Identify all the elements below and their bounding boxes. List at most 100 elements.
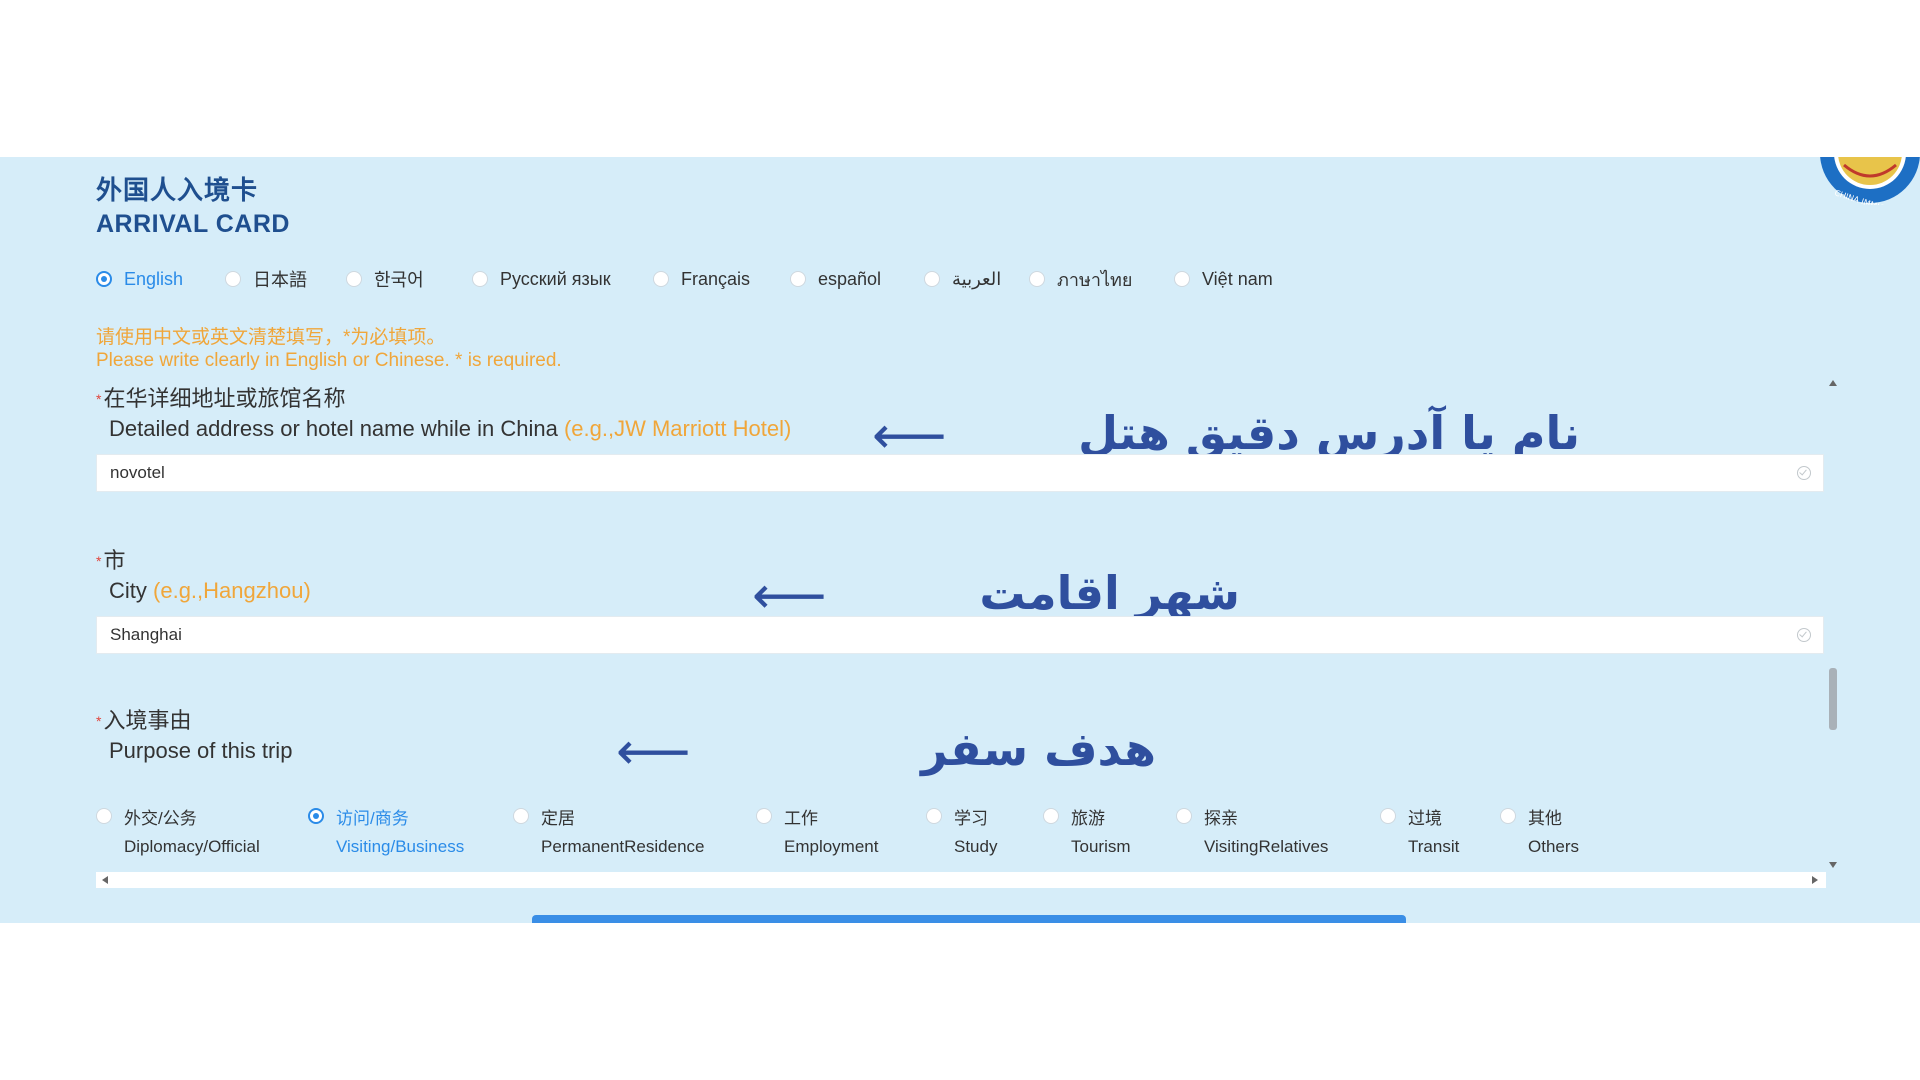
language-label: 日本語	[253, 270, 307, 290]
option-label-cn: 访问/商务	[336, 808, 409, 828]
purpose-option-employment[interactable]: 工作 Employment	[756, 804, 878, 857]
language-label: 한국어	[374, 270, 424, 290]
purpose-option-study[interactable]: 学习 Study	[926, 804, 997, 857]
address-field[interactable]	[96, 454, 1824, 492]
scroll-left-arrow-icon[interactable]	[102, 876, 108, 884]
option-label-cn: 过境	[1408, 808, 1442, 828]
radio-button[interactable]	[924, 271, 940, 287]
radio-button[interactable]	[926, 808, 942, 824]
radio-button[interactable]	[225, 271, 241, 287]
radio-button[interactable]	[1043, 808, 1059, 824]
radio-button[interactable]	[756, 808, 772, 824]
address-label-cn: 在华详细地址或旅馆名称	[103, 386, 346, 411]
scroll-right-arrow-icon[interactable]	[1812, 876, 1818, 884]
radio-button[interactable]	[346, 271, 362, 287]
radio-button[interactable]	[308, 808, 324, 824]
purpose-overlay-caption: هدف سفر	[921, 722, 1156, 776]
language-option-vietnamese[interactable]: Việt nam	[1174, 264, 1273, 294]
city-overlay-caption: شهر اقامت	[979, 566, 1240, 620]
language-option-japanese[interactable]: 日本語	[225, 264, 307, 294]
purpose-option-visiting-business[interactable]: 访问/商务 Visiting/Business	[308, 804, 464, 857]
language-option-korean[interactable]: 한국어	[346, 264, 424, 294]
radio-button[interactable]	[472, 271, 488, 287]
option-label-en: VisitingRelatives	[1204, 837, 1329, 856]
china-immigration-emblem-icon: CHINA IMMIGRATION	[1820, 157, 1920, 205]
scroll-up-arrow-icon[interactable]	[1829, 380, 1837, 386]
radio-button[interactable]	[1174, 271, 1190, 287]
language-label: Việt nam	[1202, 268, 1273, 289]
city-label-cn: 市	[103, 548, 126, 573]
purpose-option-transit[interactable]: 过境 Transit	[1380, 804, 1459, 857]
purpose-option-visiting-relatives[interactable]: 探亲 VisitingRelatives	[1176, 804, 1328, 857]
option-label-cn: 外交/公务	[124, 808, 197, 828]
option-label-en: Others	[1528, 837, 1580, 856]
check-circle-icon	[1797, 628, 1811, 642]
city-input[interactable]	[97, 617, 1797, 653]
language-label: العربية	[952, 268, 1002, 289]
option-label-en: Diplomacy/Official	[124, 837, 260, 856]
city-label: *市 City (e.g.,Hangzhou)	[96, 546, 311, 606]
address-label-en: Detailed address or hotel name while in …	[109, 416, 558, 441]
radio-button[interactable]	[513, 808, 529, 824]
required-mark: *	[96, 713, 102, 729]
purpose-label: *入境事由 Purpose of this trip	[96, 706, 292, 766]
option-label-cn: 探亲	[1204, 808, 1238, 828]
option-label-en: Transit	[1408, 837, 1460, 856]
radio-button[interactable]	[96, 808, 112, 824]
city-hint: (e.g.,Hangzhou)	[153, 578, 311, 603]
option-label-en: Tourism	[1071, 837, 1131, 856]
option-label-cn: 定居	[541, 808, 575, 828]
required-notice: 请使用中文或英文清楚填写，*为必填项。 Please write clearly…	[96, 326, 562, 372]
scrollbar-track[interactable]	[1826, 376, 1840, 876]
required-mark: *	[96, 391, 102, 407]
arrow-left-icon: ⟵	[616, 722, 691, 782]
scrollbar-thumb[interactable]	[1829, 668, 1837, 730]
option-label-cn: 工作	[784, 808, 818, 828]
language-label: Русский язык	[500, 268, 611, 289]
language-option-thai[interactable]: ภาษาไทย	[1029, 264, 1132, 294]
option-label-cn: 旅游	[1071, 808, 1105, 828]
option-label-en: Study	[954, 837, 998, 856]
form-scroll-area[interactable]: *在华详细地址或旅馆名称 Detailed address or hotel n…	[96, 376, 1840, 892]
purpose-option-others[interactable]: 其他 Others	[1500, 804, 1579, 857]
radio-button[interactable]	[1380, 808, 1396, 824]
vertical-scrollbar[interactable]	[1826, 376, 1840, 876]
check-circle-icon	[1797, 466, 1811, 480]
radio-button[interactable]	[1029, 271, 1045, 287]
address-overlay-caption: نام یا آدرس دقیق هتل	[1078, 406, 1580, 460]
option-label-cn: 其他	[1528, 808, 1562, 828]
radio-button[interactable]	[1176, 808, 1192, 824]
page-title-cn: 外国人入境卡	[96, 175, 259, 205]
language-option-french[interactable]: Français	[653, 264, 750, 294]
horizontal-scrollbar[interactable]	[96, 872, 1826, 888]
scroll-down-arrow-icon[interactable]	[1829, 862, 1837, 868]
option-label-en: Visiting/Business	[336, 837, 465, 856]
purpose-label-cn: 入境事由	[103, 708, 192, 733]
page-title-en: ARRIVAL CARD	[96, 210, 290, 238]
notice-cn: 请使用中文或英文清楚填写，*为必填项。	[96, 327, 446, 348]
city-field[interactable]	[96, 616, 1824, 654]
option-label-cn: 学习	[954, 808, 988, 828]
language-label: English	[124, 268, 184, 289]
purpose-option-diplomacy[interactable]: 外交/公务 Diplomacy/Official	[96, 804, 260, 857]
purpose-option-permanent-residence[interactable]: 定居 PermanentResidence	[513, 804, 704, 857]
language-option-english[interactable]: English	[96, 264, 183, 294]
option-label-en: PermanentResidence	[541, 837, 705, 856]
language-option-spanish[interactable]: español	[790, 264, 881, 294]
language-label: Français	[681, 268, 751, 289]
language-label: español	[818, 268, 882, 289]
arrow-left-icon: ⟵	[752, 566, 827, 626]
purpose-label-en: Purpose of this trip	[109, 738, 293, 763]
language-option-russian[interactable]: Русский язык	[472, 264, 611, 294]
next-button-bar[interactable]	[532, 915, 1406, 923]
address-input[interactable]	[97, 455, 1797, 491]
radio-button[interactable]	[1500, 808, 1516, 824]
language-option-arabic[interactable]: العربية	[924, 264, 1001, 294]
address-hint: (e.g.,JW Marriott Hotel)	[563, 416, 792, 441]
radio-button[interactable]	[96, 271, 112, 287]
city-label-en: City	[109, 578, 147, 603]
purpose-option-tourism[interactable]: 旅游 Tourism	[1043, 804, 1131, 857]
radio-button[interactable]	[653, 271, 669, 287]
radio-button[interactable]	[790, 271, 806, 287]
notice-en: Please write clearly in English or Chine…	[96, 350, 562, 371]
